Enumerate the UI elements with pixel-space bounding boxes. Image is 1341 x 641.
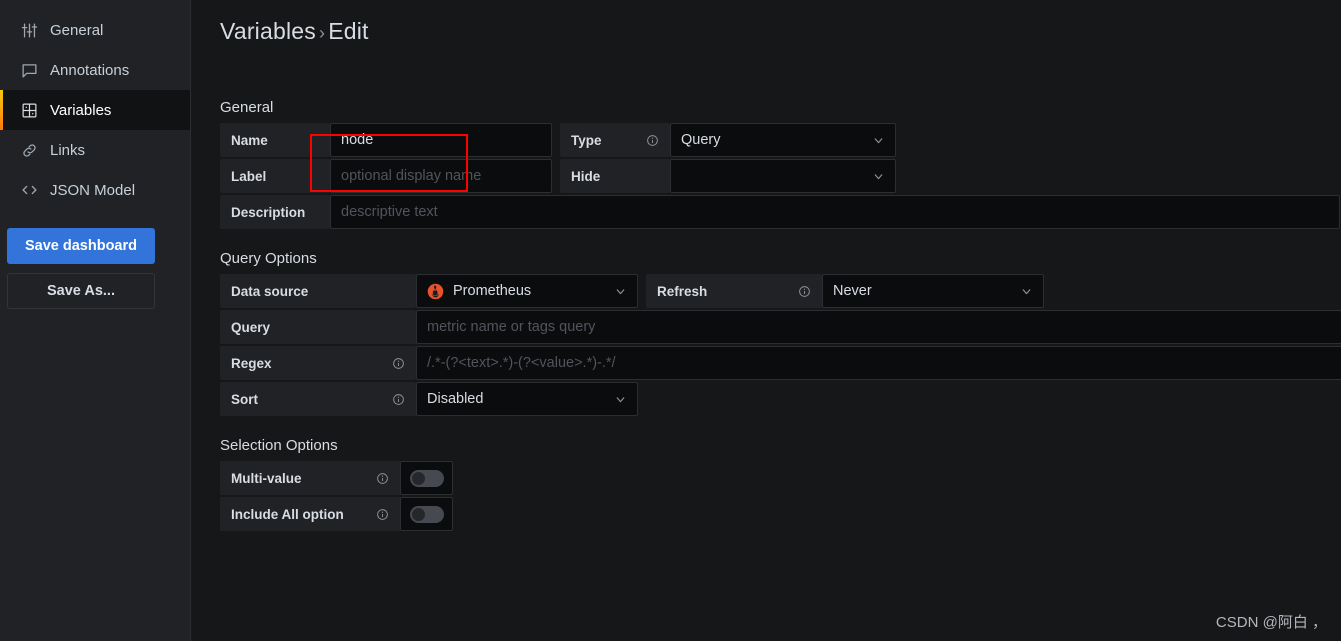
name-label: Name (220, 123, 330, 157)
sidebar-item-json-model[interactable]: JSON Model (0, 170, 190, 210)
datasource-field-group: Data source Prometheus (220, 274, 638, 308)
sidebar-item-label: Annotations (50, 61, 130, 79)
prometheus-icon (427, 283, 444, 300)
sidebar-item-label: General (50, 21, 104, 39)
refresh-field-group: Refresh Never (646, 274, 1044, 308)
general-row-label-hide: Label optional display name Hide (220, 159, 1341, 193)
include-all-toggle[interactable] (400, 497, 453, 531)
general-row-description: Description descriptive text (220, 195, 1341, 229)
sidebar-item-general[interactable]: General (0, 10, 190, 50)
query-field-group: Query metric name or tags query (220, 310, 1341, 344)
regex-field-group: Regex /.*-(?<text>.*)-(?<value>.*)-.*/ (220, 346, 1341, 380)
description-input[interactable]: descriptive text (330, 195, 1340, 229)
chevron-down-icon (614, 393, 627, 406)
type-label-text: Type (571, 132, 602, 148)
sort-select-value: Disabled (427, 391, 484, 407)
sidebar-item-label: JSON Model (50, 181, 136, 199)
toggle-switch-off (409, 505, 444, 523)
data-source-label: Data source (220, 274, 416, 308)
save-dashboard-button[interactable]: Save dashboard (7, 228, 155, 264)
toggle-switch-off (409, 469, 444, 487)
refresh-select-value: Never (833, 283, 872, 299)
type-field-group: Type Query (560, 123, 896, 157)
name-input[interactable]: node (330, 123, 552, 157)
query-row-query: Query metric name or tags query (220, 310, 1341, 344)
table-grid-icon (21, 102, 38, 119)
grafana-variable-edit-page: General Annotations Variables Links JSON… (0, 0, 1341, 641)
sidebar-actions: Save dashboard Save As... (0, 210, 190, 309)
type-label: Type (560, 123, 670, 157)
include-all-label-text: Include All option (231, 506, 344, 522)
sort-field-group: Sort Disabled (220, 382, 638, 416)
info-circle-icon[interactable] (782, 285, 811, 298)
hide-label: Hide (560, 159, 670, 193)
info-circle-icon[interactable] (360, 508, 389, 521)
description-field-group: Description descriptive text (220, 195, 1340, 229)
chevron-down-icon (1020, 285, 1033, 298)
query-row-datasource-refresh: Data source Prometheus Refresh Never (220, 274, 1341, 308)
type-select[interactable]: Query (670, 123, 896, 157)
sidebar-item-label: Variables (50, 101, 112, 119)
save-as-button[interactable]: Save As... (7, 273, 155, 309)
watermark-text: CSDN @阿白 ， (1215, 614, 1327, 631)
query-row-sort: Sort Disabled (220, 382, 1341, 416)
sliders-icon (21, 22, 38, 39)
link-chain-icon (21, 142, 38, 159)
hide-field-group: Hide (560, 159, 896, 193)
refresh-select[interactable]: Never (822, 274, 1044, 308)
label-field-group: Label optional display name (220, 159, 552, 193)
selection-options-section-title: Selection Options (220, 437, 338, 454)
description-label: Description (220, 195, 330, 229)
query-input[interactable]: metric name or tags query (416, 310, 1341, 344)
multi-value-group: Multi-value (220, 461, 453, 495)
sidebar-item-annotations[interactable]: Annotations (0, 50, 190, 90)
regex-label-text: Regex (231, 355, 272, 371)
label-input[interactable]: optional display name (330, 159, 552, 193)
breadcrumb-root[interactable]: Variables (220, 18, 316, 44)
chevron-down-icon (872, 170, 885, 183)
sort-label: Sort (220, 382, 416, 416)
regex-input[interactable]: /.*-(?<text>.*)-(?<value>.*)-.*/ (416, 346, 1341, 380)
multi-value-label: Multi-value (220, 461, 400, 495)
info-circle-icon[interactable] (360, 472, 389, 485)
selection-row-include-all: Include All option (220, 497, 1341, 531)
info-circle-icon[interactable] (376, 357, 405, 370)
refresh-label-text: Refresh (657, 283, 708, 299)
sidebar-item-variables[interactable]: Variables (0, 90, 190, 130)
query-row-regex: Regex /.*-(?<text>.*)-(?<value>.*)-.*/ (220, 346, 1341, 380)
settings-sidebar: General Annotations Variables Links JSON… (0, 0, 191, 641)
sort-label-text: Sort (231, 391, 258, 407)
sidebar-item-label: Links (50, 141, 86, 159)
breadcrumb-current: Edit (328, 18, 369, 44)
hide-select[interactable] (670, 159, 896, 193)
query-options-section-title: Query Options (220, 250, 317, 267)
multi-value-toggle[interactable] (400, 461, 453, 495)
multi-value-label-text: Multi-value (231, 470, 302, 486)
data-source-select[interactable]: Prometheus (416, 274, 638, 308)
selection-row-multi-value: Multi-value (220, 461, 1341, 495)
breadcrumb-separator: › (318, 23, 326, 43)
general-section-title: General (220, 99, 274, 116)
main-content: Variables › Edit General Name node Type Qu… (191, 0, 1341, 641)
label-label: Label (220, 159, 330, 193)
code-brackets-icon (21, 182, 38, 199)
breadcrumb: Variables › Edit (220, 18, 1341, 45)
name-field-group: Name node (220, 123, 552, 157)
chevron-down-icon (872, 134, 885, 147)
type-select-value: Query (681, 132, 721, 148)
chevron-down-icon (614, 285, 627, 298)
include-all-label: Include All option (220, 497, 400, 531)
sidebar-item-links[interactable]: Links (0, 130, 190, 170)
data-source-value: Prometheus (453, 283, 532, 299)
sort-select[interactable]: Disabled (416, 382, 638, 416)
refresh-label: Refresh (646, 274, 822, 308)
regex-label: Regex (220, 346, 416, 380)
speech-bubble-icon (21, 62, 38, 79)
info-circle-icon[interactable] (630, 134, 659, 147)
include-all-group: Include All option (220, 497, 453, 531)
info-circle-icon[interactable] (376, 393, 405, 406)
query-label: Query (220, 310, 416, 344)
general-row-name-type: Name node Type Query (220, 123, 1341, 157)
